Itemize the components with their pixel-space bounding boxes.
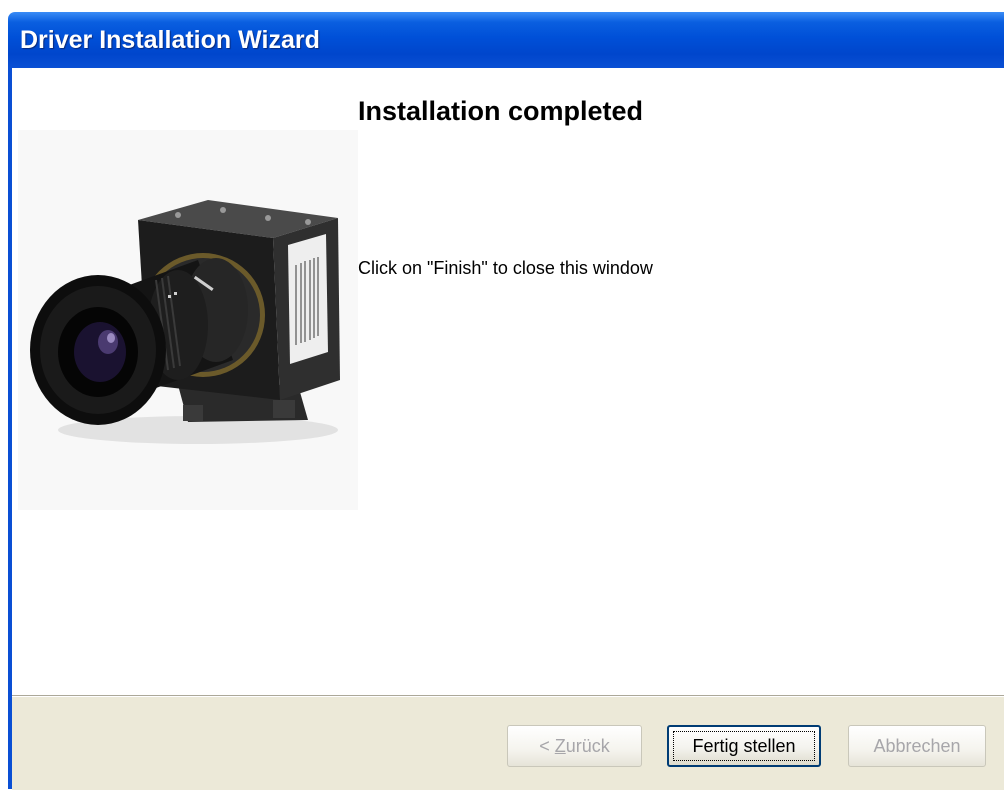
finish-button[interactable]: Fertig stellen (667, 725, 821, 767)
cancel-button[interactable]: Abbrechen (848, 725, 986, 767)
button-panel: < Zurück Fertig stellen Abbrechen (12, 695, 1004, 790)
cancel-button-label: Abbrechen (873, 736, 961, 756)
top-strip (0, 0, 1004, 12)
wizard-window: Driver Installation Wizard Installation … (0, 0, 1004, 790)
page-heading: Installation completed (358, 96, 644, 126)
camera-icon (18, 130, 358, 510)
wizard-content: Installation completed Click on "Finish"… (12, 68, 1004, 695)
instruction-text: Click on "Finish" to close this window (358, 258, 653, 278)
back-button[interactable]: < Zurück (507, 725, 642, 767)
finish-button-label: Fertig stellen (692, 736, 796, 756)
window-title: Driver Installation Wizard (20, 26, 320, 54)
back-button-prefix: < (539, 736, 555, 756)
back-button-rest: urück (565, 736, 610, 756)
camera-image (18, 130, 358, 510)
title-bar[interactable]: Driver Installation Wizard (8, 12, 1004, 68)
back-button-mnemonic: Z (554, 736, 566, 756)
